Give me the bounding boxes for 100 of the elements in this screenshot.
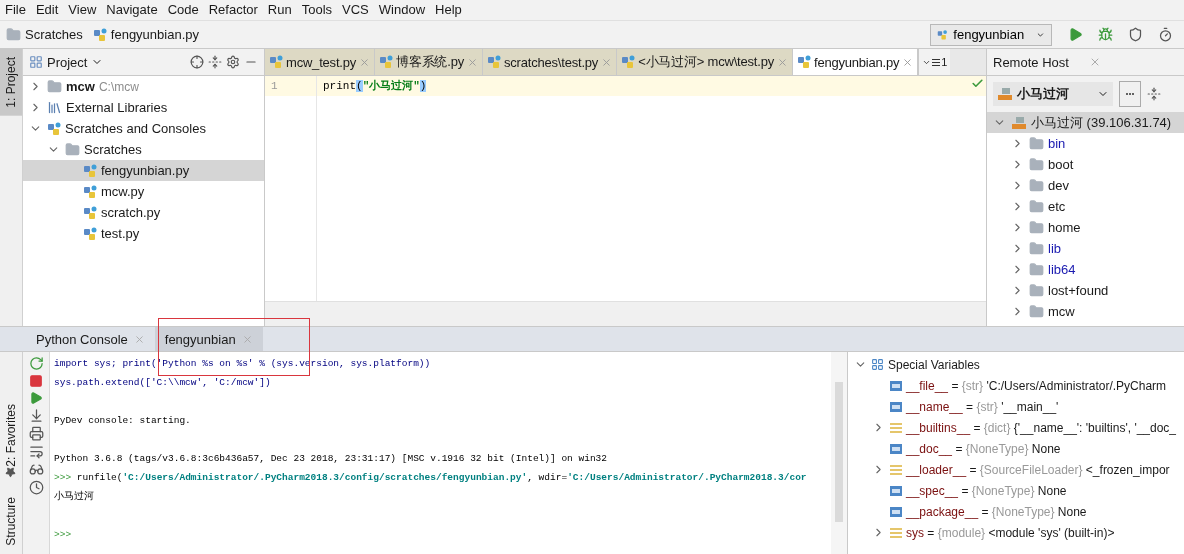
soft-wrap-icon[interactable] <box>28 444 44 459</box>
tree-item[interactable]: dev <box>987 175 1184 196</box>
tree-item[interactable]: Scratches <box>23 139 264 160</box>
menu-item[interactable]: Refactor <box>203 0 263 20</box>
variable-entry[interactable]: __file__ = {str} 'C:/Users/Administrator/.PyCharm <box>906 378 1167 393</box>
tool-window-tab[interactable]: Structure <box>0 489 22 554</box>
variable-entry[interactable]: __loader__ = {SourceFileLoader} <_frozen_impor <box>906 462 1170 477</box>
editor-tab[interactable]: 博客系统.py <box>375 49 483 75</box>
menu-item[interactable]: Window <box>373 0 431 20</box>
tree-label: Scratches and Consoles <box>65 121 206 136</box>
tree-item[interactable]: 小马过河 (39.106.31.74) <box>987 112 1184 133</box>
tool-window-tab[interactable]: 1: Project <box>0 49 22 116</box>
tree-item[interactable]: home <box>987 217 1184 238</box>
menu-item[interactable]: File <box>0 0 31 20</box>
folder-icon <box>1029 283 1044 298</box>
tree-item[interactable]: scratch.py <box>23 202 264 223</box>
more-button[interactable] <box>1119 81 1141 107</box>
python-file-icon <box>83 226 97 241</box>
server-dropdown[interactable]: 小马过河 <box>993 82 1113 106</box>
tree-label: dev <box>1048 178 1069 193</box>
menu-item[interactable]: Edit <box>30 0 64 20</box>
tree-item[interactable]: mcw <box>987 301 1184 322</box>
tree-item[interactable]: bin <box>987 133 1184 154</box>
variables-title[interactable]: Special Variables <box>888 357 980 372</box>
tree-item[interactable]: lib <box>987 238 1184 259</box>
tool-window-tab[interactable]: 2: Favorites <box>0 395 22 490</box>
variable-entry[interactable]: __spec__ = {NoneType} None <box>906 483 1067 498</box>
value-icon <box>890 506 902 517</box>
console-tab[interactable]: fengyunbian <box>154 327 263 351</box>
menu-item[interactable]: Help <box>430 0 467 20</box>
tree-label: mcw.py <box>101 184 145 199</box>
variable-entry[interactable]: __name__ = {str} '__main__' <box>906 399 1059 414</box>
folder-icon <box>1029 157 1044 172</box>
stop-icon[interactable] <box>29 374 43 388</box>
tree-label: mcw <box>1048 304 1075 319</box>
breadcrumb-item[interactable]: Scratches <box>25 27 83 42</box>
python-file-icon <box>487 55 501 69</box>
tree-item[interactable]: Scratches and Consoles <box>23 118 264 139</box>
tree-label: lib <box>1048 241 1061 256</box>
folder-icon <box>1029 262 1044 277</box>
tree-label: mcw <box>66 79 95 94</box>
python-file-icon <box>379 55 394 69</box>
variable-entry[interactable]: sys = {module} <module 'sys' (built-in)> <box>906 525 1115 540</box>
breadcrumb-item[interactable]: fengyunbian.py <box>110 27 199 42</box>
history-icon[interactable] <box>28 480 44 495</box>
list-icon <box>890 464 902 475</box>
collapse-icon[interactable] <box>208 55 222 69</box>
tree-label: 小马过河 (39.106.31.74) <box>1031 113 1172 132</box>
value-icon <box>890 401 902 412</box>
python-file-icon <box>83 163 97 178</box>
tree-label: lost+found <box>1048 283 1109 298</box>
tree-item[interactable]: External Libraries <box>23 97 264 118</box>
tree-label: home <box>1048 220 1081 235</box>
editor-tab[interactable]: <小马过河> mcw\test.py <box>617 49 793 75</box>
menu-item[interactable]: Run <box>262 0 297 20</box>
folder-icon <box>65 142 80 157</box>
editor-tab[interactable]: mcw_test.py <box>265 49 376 75</box>
tree-item[interactable]: boot <box>987 154 1184 175</box>
menu-item[interactable]: VCS <box>337 0 374 20</box>
menu-item[interactable]: View <box>63 0 102 20</box>
variable-entry[interactable]: __package__ = {NoneType} None <box>906 504 1087 519</box>
tree-item[interactable]: etc <box>987 196 1184 217</box>
value-icon <box>890 380 902 391</box>
dots-icon <box>1125 92 1135 96</box>
close-icon[interactable] <box>902 56 914 68</box>
tree-label: etc <box>1048 199 1066 214</box>
tree-label: scratch.py <box>101 205 161 220</box>
python-file-icon <box>269 55 283 69</box>
folder-icon <box>1029 199 1044 214</box>
console-line: 小马过河 <box>54 489 95 504</box>
folder-icon <box>1029 136 1044 151</box>
print-icon[interactable] <box>28 426 44 441</box>
tree-item[interactable]: lost+found <box>987 280 1184 301</box>
tree-item[interactable]: mcw C:\mcw <box>23 76 264 97</box>
show-variables-icon[interactable] <box>28 462 44 477</box>
menu-item[interactable]: Navigate <box>101 0 163 20</box>
console-tab[interactable]: Python Console <box>26 327 155 351</box>
console-prompt: >>> <box>54 529 72 540</box>
rerun-icon[interactable] <box>28 356 44 371</box>
locate-icon[interactable] <box>190 55 204 69</box>
python-file-icon <box>92 27 107 42</box>
tab-overflow-button[interactable]: 1 <box>918 49 951 75</box>
collapse-icon[interactable] <box>1147 87 1161 101</box>
variable-entry[interactable]: __builtins__ = {dict} {'__name__': 'builtins', '__doc_ <box>906 420 1177 435</box>
editor-tab[interactable]: fengyunbian.py <box>792 49 919 75</box>
tree-item[interactable]: lib64 <box>987 259 1184 280</box>
menu-item[interactable]: Code <box>162 0 204 20</box>
menu-item[interactable]: Tools <box>296 0 338 20</box>
tree-label: lib64 <box>1048 262 1076 277</box>
tree-item[interactable]: fengyunbian.py <box>23 160 264 181</box>
panel-title[interactable]: Project <box>47 54 88 70</box>
tree-item[interactable]: mcw.py <box>23 181 264 202</box>
list-icon <box>932 58 941 66</box>
variable-entry[interactable]: __doc__ = {NoneType} None <box>906 441 1061 456</box>
settings-icon[interactable] <box>226 55 240 69</box>
run-icon[interactable] <box>29 391 43 405</box>
tree-label: External Libraries <box>66 100 168 115</box>
tree-item[interactable]: test.py <box>23 223 264 244</box>
run-config-dropdown[interactable]: fengyunbian <box>930 23 1052 46</box>
editor-tab[interactable]: scratches\test.py <box>483 49 618 75</box>
